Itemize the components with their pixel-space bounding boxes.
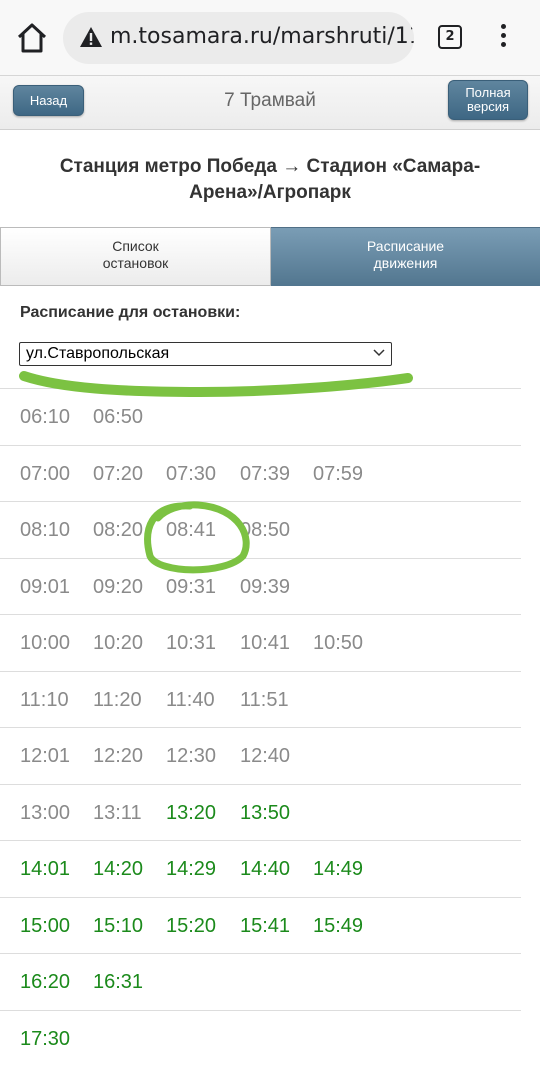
timetable-row: 14:01 14:20 14:29 14:40 14:49 bbox=[0, 840, 521, 896]
departure-time: 10:20 bbox=[93, 632, 144, 654]
home-icon[interactable] bbox=[14, 20, 50, 56]
stop-select-value: ул.Ставропольская bbox=[26, 345, 170, 362]
departure-time: 07:30 bbox=[166, 462, 217, 485]
departure-time: 15:41 bbox=[240, 914, 291, 937]
url-text: m.tosamara.ru/marshruti/11 bbox=[110, 24, 414, 49]
departure-time: 14:40 bbox=[240, 858, 291, 880]
full-version-button[interactable]: Полная версия bbox=[448, 80, 528, 120]
timetable-row: 11:10 11:20 11:40 11:51 bbox=[0, 670, 521, 727]
departure-time: 08:20 bbox=[93, 519, 144, 541]
departure-time: 16:31 bbox=[93, 971, 144, 993]
departure-time: 17:30 bbox=[20, 1027, 71, 1050]
departure-time: 09:20 bbox=[93, 575, 144, 598]
departure-time: 09:39 bbox=[240, 575, 291, 598]
timetable-row: 15:00 15:10 15:20 15:41 15:49 bbox=[0, 896, 521, 953]
timetable-row: 12:01 12:20 12:30 12:40 bbox=[0, 727, 521, 783]
departure-time: 15:10 bbox=[93, 914, 144, 937]
timetable-row: 10:00 10:20 10:31 10:41 10:50 bbox=[0, 614, 521, 670]
departure-time: 07:00 bbox=[20, 462, 71, 485]
stop-select[interactable]: ул.Ставропольская bbox=[19, 342, 392, 366]
route-title: Станция метро Победа → Стадион «Самара-А… bbox=[59, 156, 481, 203]
departure-time: 14:29 bbox=[166, 858, 217, 880]
departure-time: 13:20 bbox=[166, 801, 217, 824]
departure-time: 12:01 bbox=[20, 745, 71, 767]
departure-time: 14:20 bbox=[93, 858, 144, 880]
timetable-row: 06:10 06:50 bbox=[0, 388, 521, 444]
site-header: Назад 7 Трамвай Полная версия bbox=[0, 75, 540, 130]
departure-time: 15:49 bbox=[313, 914, 364, 937]
stop-label: Расписание для остановки: bbox=[20, 304, 241, 321]
timetable-row: 09:01 09:20 09:31 09:39 bbox=[0, 557, 521, 614]
departure-time: 07:20 bbox=[93, 462, 144, 485]
departure-time: 11:40 bbox=[166, 688, 215, 711]
departure-time: 11:20 bbox=[93, 688, 142, 711]
departure-time: 08:50 bbox=[240, 519, 291, 541]
departure-time: 09:01 bbox=[20, 575, 71, 598]
departure-time: 12:40 bbox=[240, 745, 291, 767]
departure-time: 12:30 bbox=[166, 745, 217, 767]
tab-schedule[interactable]: Расписание движения bbox=[271, 227, 540, 286]
timetable-row: 16:20 16:31 bbox=[0, 953, 521, 1009]
departure-time: 07:39 bbox=[240, 462, 291, 485]
view-tabs: Список остановок Расписание движения bbox=[0, 227, 540, 286]
departure-time: 13:00 bbox=[20, 801, 71, 824]
timetable-row: 13:00 13:11 13:20 13:50 bbox=[0, 783, 521, 840]
departure-time: 08:10 bbox=[20, 519, 71, 541]
chevron-down-icon bbox=[373, 349, 385, 357]
departure-time: 15:00 bbox=[20, 914, 71, 937]
warning-icon[interactable] bbox=[79, 26, 103, 48]
departure-time: 09:31 bbox=[166, 575, 217, 598]
departure-time: 16:20 bbox=[20, 971, 71, 993]
departure-time: 10:31 bbox=[166, 632, 217, 654]
menu-icon[interactable] bbox=[494, 24, 512, 52]
tab-switcher-button[interactable]: 2 bbox=[438, 25, 462, 49]
departure-time: 10:50 bbox=[313, 632, 364, 654]
departure-time: 12:20 bbox=[93, 745, 144, 767]
departure-time: 11:51 bbox=[240, 688, 289, 711]
address-bar[interactable]: m.tosamara.ru/marshruti/11 bbox=[63, 12, 414, 64]
departure-time: 06:10 bbox=[20, 406, 71, 428]
timetable-row: 07:00 07:20 07:30 07:39 07:59 bbox=[0, 444, 521, 501]
departure-time: 15:20 bbox=[166, 914, 217, 937]
departure-time: 10:00 bbox=[20, 632, 71, 654]
tab-stops-list[interactable]: Список остановок bbox=[0, 227, 271, 286]
departure-time: 08:41 bbox=[166, 519, 217, 541]
browser-toolbar: m.tosamara.ru/marshruti/11 2 bbox=[0, 0, 540, 75]
departure-time: 06:50 bbox=[93, 406, 144, 428]
departure-time: 10:41 bbox=[240, 632, 291, 654]
departure-time: 14:01 bbox=[20, 858, 71, 880]
departure-time: 13:11 bbox=[93, 801, 142, 824]
departure-time: 11:10 bbox=[20, 688, 69, 711]
departure-time: 07:59 bbox=[313, 462, 364, 485]
timetable-row: 17:30 bbox=[0, 1009, 521, 1066]
timetable-row: 08:10 08:20 08:41 08:50 bbox=[0, 501, 521, 557]
departure-time: 13:50 bbox=[240, 801, 291, 824]
departure-time: 14:49 bbox=[313, 858, 364, 880]
